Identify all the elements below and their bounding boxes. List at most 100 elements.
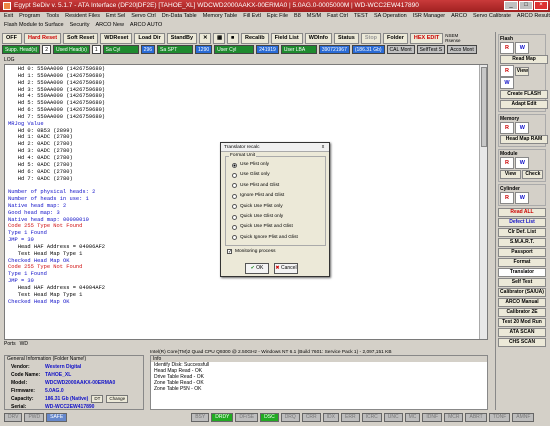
format-option[interactable]: Ignore Plist and Glist — [226, 191, 325, 201]
format-button[interactable]: Format — [498, 258, 546, 267]
head-map-ram-button[interactable]: Head Map RAM — [500, 135, 548, 144]
radio-button[interactable] — [232, 183, 237, 189]
menu-item[interactable]: Resident Files — [65, 12, 100, 21]
menu-item[interactable]: Program — [19, 12, 40, 21]
id-read-icon[interactable]: R — [500, 65, 514, 77]
menu-item[interactable]: Fill Evtl — [243, 12, 261, 21]
tab-ports[interactable]: Ports — [4, 340, 16, 348]
view-button[interactable]: View — [515, 67, 530, 76]
soft-reset-button[interactable]: Soft Reset — [63, 32, 99, 44]
maximize-button[interactable]: □ — [519, 1, 533, 10]
status-button[interactable]: Status — [334, 32, 359, 44]
self-test-button[interactable]: Self Test — [498, 278, 546, 287]
menu-item[interactable]: ARCO New — [96, 21, 124, 30]
radio-button[interactable] — [232, 162, 237, 168]
cancel-button[interactable]: ✖ Cancel — [274, 263, 298, 274]
menu-item[interactable]: SA Operation — [374, 12, 407, 21]
monitoring-checkbox-row[interactable]: ✓ Monitoring process — [227, 249, 276, 255]
radio-button[interactable] — [232, 173, 237, 179]
calibrator-2e-button[interactable]: Calibrator 2E — [498, 308, 546, 317]
format-option[interactable]: Use Glist only — [226, 170, 325, 180]
folder-button[interactable]: Folder — [383, 32, 408, 44]
cylinder-read-icon[interactable]: R — [500, 192, 514, 204]
square-icon[interactable]: ■ — [227, 32, 240, 44]
format-option[interactable]: Quick Ignore Plist and Glist — [226, 233, 325, 243]
format-option[interactable]: Quick Use Glist only — [226, 212, 325, 222]
translator-button[interactable]: Translator — [498, 268, 546, 277]
clr-def-list-button[interactable]: Clr Def. List — [498, 228, 546, 237]
menu-item[interactable]: Dn-Data Table — [162, 12, 197, 21]
radio-button[interactable] — [232, 193, 237, 199]
menu-item[interactable]: TEST — [354, 12, 368, 21]
scrollbar-thumb[interactable] — [481, 67, 487, 147]
module-view-button[interactable]: View — [500, 170, 521, 179]
minimize-button[interactable]: _ — [504, 1, 518, 10]
off-button[interactable]: OFF — [2, 32, 22, 44]
radio-button[interactable] — [232, 225, 237, 231]
tab-wd[interactable]: WD — [20, 340, 28, 348]
rsense-checkbox-label[interactable]: Rsense — [445, 38, 460, 43]
defect-list-button[interactable]: Defect List — [498, 218, 546, 227]
radio-button[interactable] — [232, 235, 237, 241]
menu-item[interactable]: B8 — [294, 12, 301, 21]
recalib-button[interactable]: Recalib — [241, 32, 269, 44]
cylinder-write-icon[interactable]: W — [515, 192, 530, 204]
menu-item[interactable]: Fast Ctrl — [327, 12, 348, 21]
menu-item[interactable]: Servo Calibrate — [473, 12, 511, 21]
hard-reset-button[interactable]: Hard Reset — [24, 32, 62, 44]
smart-button[interactable]: S.M.A.R.T. — [498, 238, 546, 247]
menu-item[interactable]: ISR Manager — [413, 12, 445, 21]
load-dir-button[interactable]: Load Dir — [134, 32, 165, 44]
format-option[interactable]: Use Plist and Glist — [226, 181, 325, 191]
radio-button[interactable] — [232, 214, 237, 220]
format-option[interactable]: Quick Use Plist only — [226, 202, 325, 212]
log-scrollbar[interactable] — [479, 65, 487, 339]
menu-item[interactable]: Emt Sel — [106, 12, 125, 21]
close-x-icon[interactable]: ✕ — [199, 32, 212, 44]
menu-item[interactable]: ARCO AUTO — [130, 21, 162, 30]
hex-edit-button[interactable]: HEX EDIT — [409, 32, 444, 44]
format-option[interactable]: Use Plist only — [226, 160, 325, 170]
flash-write-icon[interactable]: W — [515, 42, 530, 54]
menu-item[interactable]: ARCO — [451, 12, 467, 21]
read-map-button[interactable]: Read Map — [500, 55, 548, 64]
id-write-icon[interactable]: W — [500, 77, 514, 89]
format-option[interactable]: Quick Use Plist and Glist — [226, 222, 325, 232]
module-write-icon[interactable]: W — [515, 157, 530, 169]
change-button[interactable]: Change — [106, 395, 129, 403]
menu-item[interactable]: Flash Module to Surface — [4, 21, 64, 30]
memory-write-icon[interactable]: W — [515, 122, 530, 134]
create-flash-button[interactable]: Create FLASH — [500, 90, 548, 99]
read-all-button[interactable]: Read ALL — [498, 208, 546, 217]
nsem-rsense-options[interactable]: NSEM Rsense — [445, 33, 460, 43]
menu-item[interactable]: Security — [70, 21, 90, 30]
radio-button[interactable] — [232, 204, 237, 210]
menu-item[interactable]: Exit — [4, 12, 13, 21]
wdinfo-button[interactable]: WDInfo — [304, 32, 332, 44]
adapt-edit-button[interactable]: Adapt Edit — [500, 100, 548, 109]
module-check-button[interactable]: Check — [522, 170, 544, 179]
calibrator-sa-ua-button[interactable]: Calibrator (SA/UA) — [498, 288, 546, 297]
close-button[interactable]: × — [534, 1, 548, 10]
ata-scan-button[interactable]: ATA SCAN — [498, 328, 546, 337]
menu-item[interactable]: Tools — [46, 12, 59, 21]
stop-button[interactable]: Stop — [360, 32, 382, 44]
monitoring-checkbox[interactable]: ✓ — [227, 249, 232, 255]
field-list-button[interactable]: Field List — [270, 32, 303, 44]
ok-button[interactable]: ✔ OK — [245, 263, 269, 274]
memory-read-icon[interactable]: R — [500, 122, 514, 134]
flash-read-icon[interactable]: R — [500, 42, 514, 54]
tab-log[interactable]: LOG — [4, 56, 24, 64]
dialog-close-icon[interactable]: x — [319, 144, 327, 151]
wd-reset-button[interactable]: WDReset — [100, 32, 133, 44]
menu-item[interactable]: Epic File — [267, 12, 288, 21]
module-read-icon[interactable]: R — [500, 157, 514, 169]
menu-item[interactable]: ARCO Result — [517, 12, 550, 21]
dt-button[interactable]: DT — [91, 395, 104, 403]
menu-item[interactable]: Memory Table — [203, 12, 237, 21]
arco-manual-button[interactable]: ARCO Manual — [498, 298, 546, 307]
menu-item[interactable]: Servo Ctrl — [131, 12, 155, 21]
chs-scan-button[interactable]: CHS SCAN — [498, 338, 546, 347]
grid-icon[interactable]: ▦ — [213, 32, 226, 44]
standby-button[interactable]: StandBy — [166, 32, 198, 44]
